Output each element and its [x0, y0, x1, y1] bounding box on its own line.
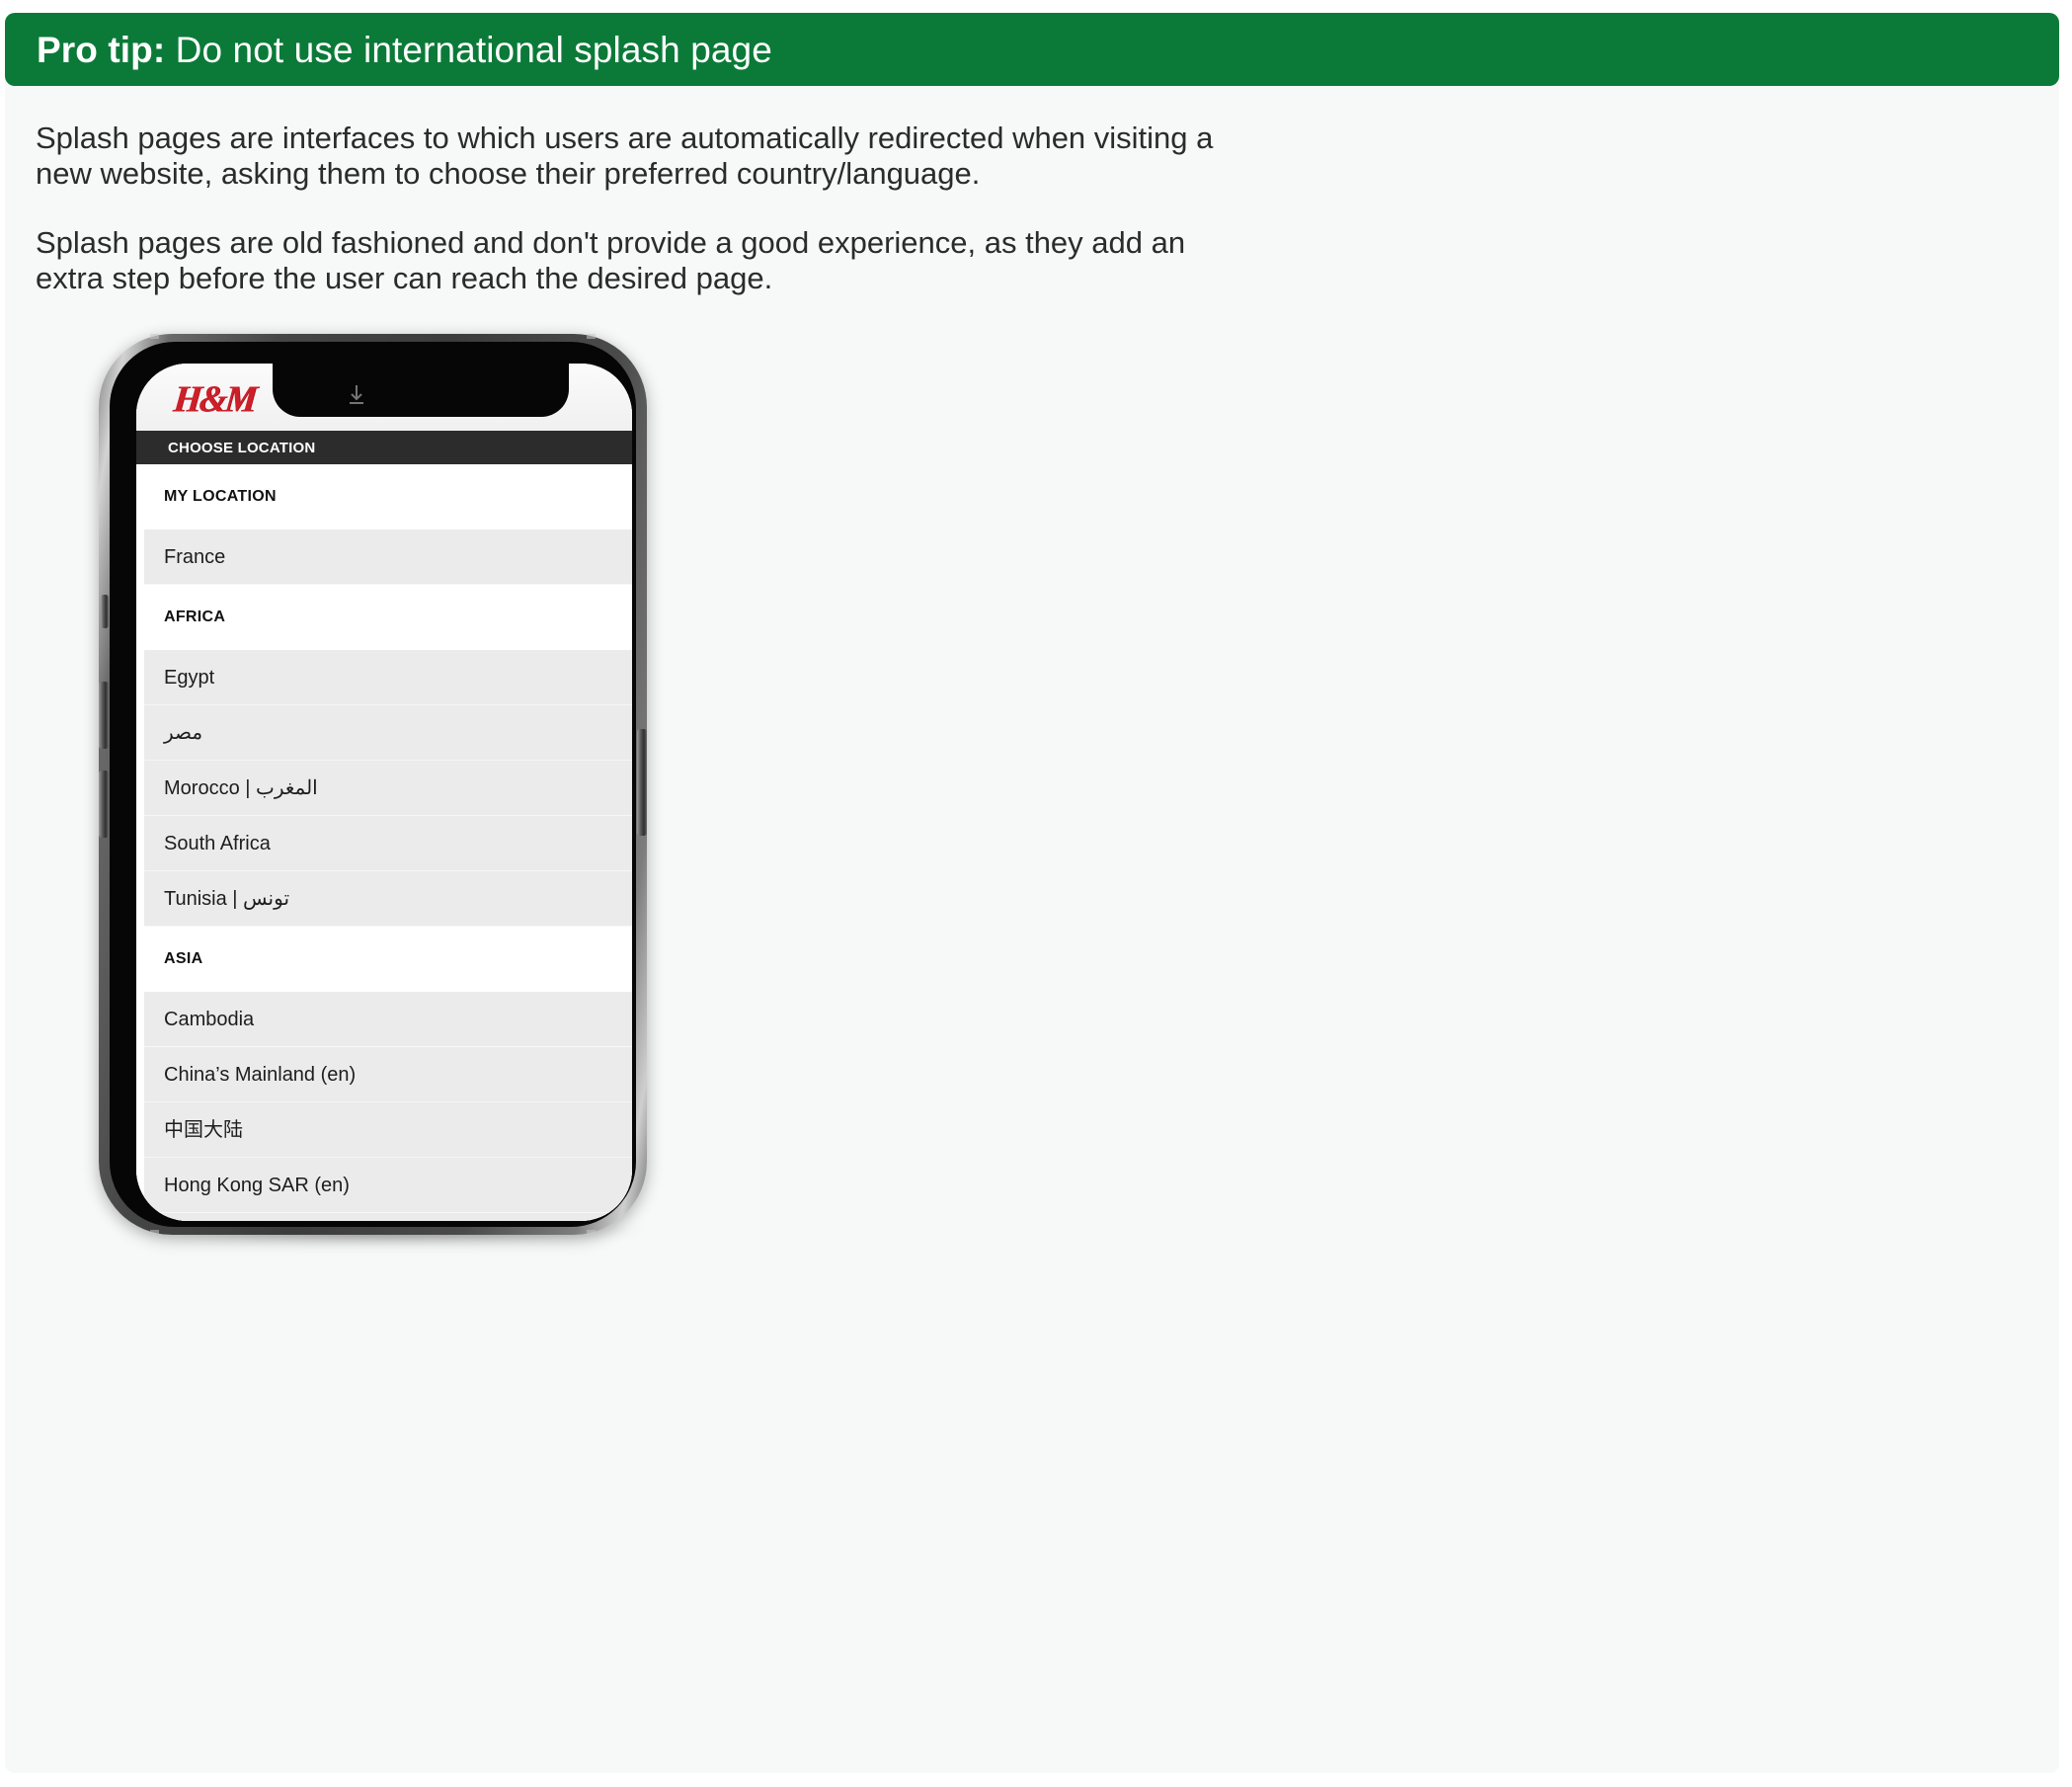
location-list-item[interactable]: مصر [144, 705, 632, 761]
location-item-label: Hong Kong SAR (en) [164, 1174, 350, 1196]
paragraph-1: Splash pages are interfaces to which use… [36, 121, 1214, 191]
location-item-label: 中国大陆 [164, 1118, 243, 1141]
location-list-item[interactable]: South Africa [144, 816, 632, 871]
location-group-title: ASIA [164, 950, 203, 967]
location-list-item[interactable]: France [144, 529, 632, 585]
location-item-label: China’s Mainland (en) [164, 1063, 357, 1086]
volume-down-button[interactable] [99, 771, 109, 838]
location-list-item[interactable]: China’s Mainland (en) [144, 1047, 632, 1102]
phone-notch [273, 364, 569, 417]
antenna-line-bottom-left [150, 1230, 159, 1235]
phone-bezel: H&M CHOOSE LOCATION MY LOCATION France A… [110, 342, 636, 1227]
antenna-line-top-left [150, 334, 159, 339]
pro-tip-lead: Pro tip: [37, 29, 166, 70]
location-item-label: Cambodia [164, 1008, 255, 1030]
location-list-item[interactable]: 中国大陆 [144, 1102, 632, 1158]
phone-mockup: H&M CHOOSE LOCATION MY LOCATION France A… [94, 334, 746, 1262]
pro-tip-text: Pro tip: Do not use international splash… [37, 32, 772, 68]
location-item-label: Tunisia | تونس [164, 887, 290, 910]
page-root: Pro tip: Do not use international splash… [0, 0, 2072, 1787]
silent-switch-button[interactable] [101, 595, 109, 628]
phone-frame: H&M CHOOSE LOCATION MY LOCATION France A… [99, 334, 647, 1235]
location-item-label: مصر [164, 721, 203, 744]
location-group-header: AFRICA [136, 585, 632, 650]
location-list-item[interactable]: Tunisia | تونس [144, 871, 632, 927]
antenna-line-bottom-right [587, 1230, 596, 1235]
choose-location-label: CHOOSE LOCATION [168, 439, 316, 456]
pro-tip-banner: Pro tip: Do not use international splash… [5, 13, 2059, 86]
antenna-line-top-right [587, 334, 596, 339]
hm-logo[interactable]: H&M [172, 378, 257, 420]
phone-screen: H&M CHOOSE LOCATION MY LOCATION France A… [136, 364, 632, 1221]
location-item-label: South Africa [164, 832, 271, 854]
pro-tip-rest: Do not use international splash page [165, 29, 772, 70]
body-copy: Splash pages are interfaces to which use… [36, 121, 1250, 296]
power-button[interactable] [637, 729, 647, 836]
choose-location-bar: CHOOSE LOCATION [136, 431, 632, 464]
location-list-item[interactable]: Cambodia [144, 992, 632, 1047]
location-item-label: Egypt [164, 666, 215, 689]
location-list-item[interactable]: Hong Kong SAR (en) [144, 1158, 632, 1213]
location-list-item[interactable]: Egypt [144, 650, 632, 705]
location-item-label: Morocco | المغرب [164, 776, 318, 799]
download-icon [350, 385, 363, 404]
location-item-label: France [164, 545, 226, 568]
location-group-header: ASIA [136, 927, 632, 992]
location-group-title: AFRICA [164, 609, 226, 625]
location-group-header: MY LOCATION [136, 464, 632, 529]
site-top-bar: H&M [136, 364, 632, 431]
splash-page-site: H&M CHOOSE LOCATION MY LOCATION France A… [136, 364, 632, 1221]
volume-up-button[interactable] [99, 682, 109, 749]
location-group-title: MY LOCATION [164, 488, 277, 505]
paragraph-2: Splash pages are old fashioned and don't… [36, 225, 1186, 295]
location-list: MY LOCATION France AFRICA Egypt مصر Morocco |… [136, 464, 632, 1221]
location-list-item[interactable]: 香港特別行政區 [144, 1213, 632, 1221]
location-list-item[interactable]: Morocco | المغرب [144, 761, 632, 816]
